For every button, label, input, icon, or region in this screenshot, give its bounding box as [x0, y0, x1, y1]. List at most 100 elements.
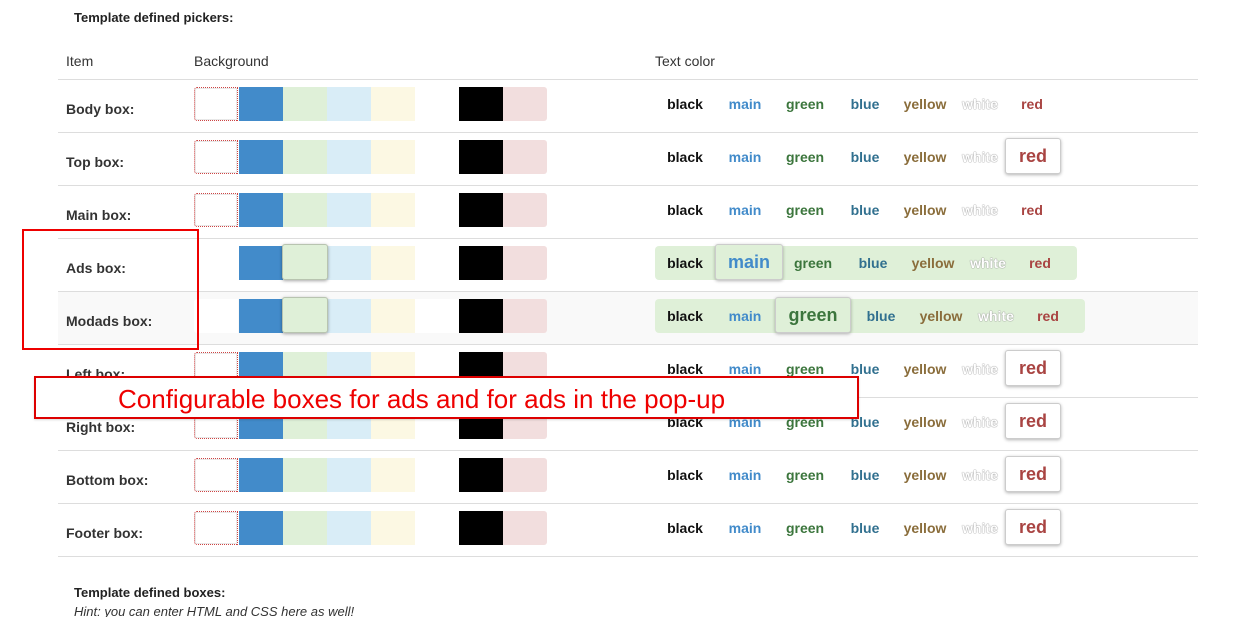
- swatch-white[interactable]: [415, 87, 459, 121]
- swatch-blue[interactable]: [327, 299, 371, 333]
- swatch-green[interactable]: [283, 140, 327, 174]
- text-option-black[interactable]: black: [655, 458, 715, 492]
- swatch-main[interactable]: [239, 511, 283, 545]
- text-option-black[interactable]: black: [655, 140, 715, 174]
- swatch-black[interactable]: [459, 193, 503, 227]
- text-option-green[interactable]: green: [775, 511, 835, 545]
- text-option-yellow[interactable]: yellow: [895, 87, 955, 121]
- text-option-yellow[interactable]: yellow: [895, 352, 955, 386]
- swatch-blue[interactable]: [327, 87, 371, 121]
- text-option-red[interactable]: red: [1013, 246, 1067, 280]
- swatch-none[interactable]: [194, 458, 238, 492]
- swatch-black[interactable]: [459, 140, 503, 174]
- text-option-white[interactable]: white: [955, 193, 1005, 227]
- text-option-main[interactable]: main: [715, 140, 775, 174]
- text-option-blue[interactable]: blue: [835, 458, 895, 492]
- text-option-red[interactable]: red: [1005, 456, 1061, 492]
- swatch-black[interactable]: [459, 299, 503, 333]
- swatch-none[interactable]: [194, 246, 238, 280]
- text-option-red[interactable]: red: [1021, 299, 1075, 333]
- swatch-blue[interactable]: [327, 511, 371, 545]
- text-option-main[interactable]: main: [715, 193, 775, 227]
- swatch-green[interactable]: [283, 458, 327, 492]
- text-option-blue[interactable]: blue: [835, 87, 895, 121]
- swatch-red[interactable]: [503, 299, 547, 333]
- swatch-red[interactable]: [503, 193, 547, 227]
- swatch-main[interactable]: [239, 140, 283, 174]
- text-option-green[interactable]: green: [775, 193, 835, 227]
- swatch-yellow[interactable]: [371, 140, 415, 174]
- text-option-red[interactable]: red: [1005, 350, 1061, 386]
- text-option-blue[interactable]: blue: [851, 299, 911, 333]
- swatch-yellow[interactable]: [371, 299, 415, 333]
- swatch-yellow[interactable]: [371, 511, 415, 545]
- swatch-blue[interactable]: [327, 246, 371, 280]
- text-option-red[interactable]: red: [1005, 87, 1059, 121]
- text-option-yellow[interactable]: yellow: [911, 299, 971, 333]
- text-option-black[interactable]: black: [655, 193, 715, 227]
- swatch-red[interactable]: [503, 87, 547, 121]
- swatch-yellow[interactable]: [371, 246, 415, 280]
- text-option-white[interactable]: white: [955, 140, 1005, 174]
- text-option-green[interactable]: green: [775, 140, 835, 174]
- swatch-none[interactable]: [194, 140, 238, 174]
- text-option-yellow[interactable]: yellow: [895, 193, 955, 227]
- swatch-white[interactable]: [415, 193, 459, 227]
- swatch-green[interactable]: [283, 193, 327, 227]
- swatch-white[interactable]: [415, 458, 459, 492]
- text-option-yellow[interactable]: yellow: [895, 511, 955, 545]
- text-option-main[interactable]: main: [715, 299, 775, 333]
- swatch-none[interactable]: [194, 193, 238, 227]
- swatch-red[interactable]: [503, 246, 547, 280]
- swatch-yellow[interactable]: [371, 87, 415, 121]
- swatch-red[interactable]: [503, 458, 547, 492]
- text-option-yellow[interactable]: yellow: [895, 405, 955, 439]
- text-option-black[interactable]: black: [655, 87, 715, 121]
- text-option-white[interactable]: white: [963, 246, 1013, 280]
- swatch-yellow[interactable]: [371, 458, 415, 492]
- swatch-yellow[interactable]: [371, 193, 415, 227]
- swatch-none[interactable]: [194, 511, 238, 545]
- swatch-blue[interactable]: [327, 193, 371, 227]
- swatch-white[interactable]: [415, 140, 459, 174]
- text-option-red[interactable]: red: [1005, 138, 1061, 174]
- text-option-blue[interactable]: blue: [843, 246, 903, 280]
- swatch-red[interactable]: [503, 511, 547, 545]
- swatch-white[interactable]: [415, 511, 459, 545]
- swatch-white[interactable]: [415, 246, 459, 280]
- swatch-main[interactable]: [239, 299, 283, 333]
- swatch-green[interactable]: [282, 244, 328, 280]
- text-option-red[interactable]: red: [1005, 509, 1061, 545]
- text-option-black[interactable]: black: [655, 299, 715, 333]
- swatch-black[interactable]: [459, 511, 503, 545]
- swatch-black[interactable]: [459, 246, 503, 280]
- text-option-green[interactable]: green: [775, 87, 835, 121]
- swatch-red[interactable]: [503, 140, 547, 174]
- text-option-red[interactable]: red: [1005, 193, 1059, 227]
- swatch-main[interactable]: [239, 246, 283, 280]
- text-option-main[interactable]: main: [715, 458, 775, 492]
- text-option-yellow[interactable]: yellow: [903, 246, 963, 280]
- text-option-main[interactable]: main: [715, 87, 775, 121]
- swatch-main[interactable]: [239, 458, 283, 492]
- text-option-red[interactable]: red: [1005, 403, 1061, 439]
- text-option-white[interactable]: white: [955, 352, 1005, 386]
- text-option-white[interactable]: white: [955, 87, 1005, 121]
- swatch-main[interactable]: [239, 193, 283, 227]
- text-option-main[interactable]: main: [715, 511, 775, 545]
- text-option-green[interactable]: green: [783, 246, 843, 280]
- swatch-blue[interactable]: [327, 140, 371, 174]
- text-option-black[interactable]: black: [655, 246, 715, 280]
- text-option-green[interactable]: green: [775, 297, 851, 333]
- text-option-white[interactable]: white: [971, 299, 1021, 333]
- swatch-none[interactable]: [194, 299, 238, 333]
- text-option-yellow[interactable]: yellow: [895, 458, 955, 492]
- swatch-black[interactable]: [459, 458, 503, 492]
- text-option-main[interactable]: main: [715, 244, 783, 280]
- text-option-blue[interactable]: blue: [835, 140, 895, 174]
- text-option-blue[interactable]: blue: [835, 511, 895, 545]
- swatch-black[interactable]: [459, 87, 503, 121]
- text-option-yellow[interactable]: yellow: [895, 140, 955, 174]
- swatch-green[interactable]: [283, 87, 327, 121]
- swatch-blue[interactable]: [327, 458, 371, 492]
